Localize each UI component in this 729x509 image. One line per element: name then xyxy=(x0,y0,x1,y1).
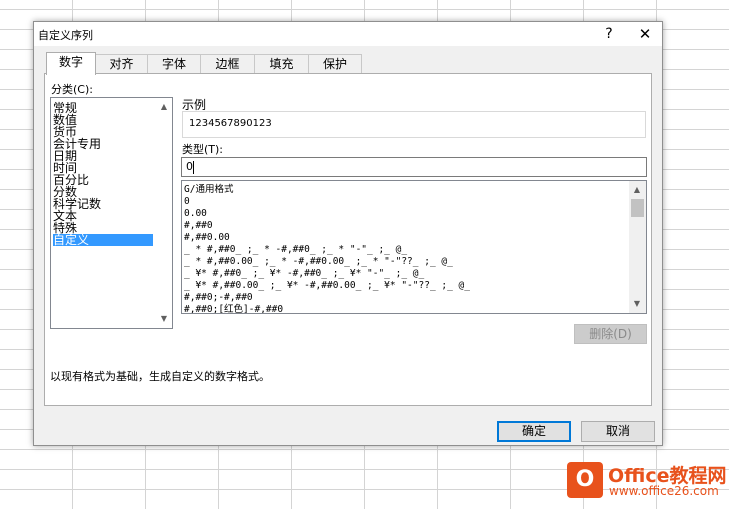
format-item[interactable]: 0.00 xyxy=(184,208,207,220)
tab-fill[interactable]: 填充 xyxy=(254,54,309,74)
format-item[interactable]: 0 xyxy=(184,196,190,208)
watermark-url: www.office26.com xyxy=(609,484,719,498)
format-item[interactable]: _ * #,##0_ ;_ * -#,##0_ ;_ * "-"_ ;_ @_ xyxy=(184,244,413,256)
tab-font[interactable]: 字体 xyxy=(147,54,201,74)
tab-alignment[interactable]: 对齐 xyxy=(95,54,148,74)
ok-button[interactable]: 确定 xyxy=(497,421,571,442)
dialog-title: 自定义序列 xyxy=(38,29,93,42)
text-caret xyxy=(193,161,194,174)
tab-number[interactable]: 数字 xyxy=(46,52,96,75)
category-label: 分类(C): xyxy=(51,83,93,96)
category-item-custom[interactable]: 自定义 xyxy=(53,234,153,246)
format-cells-dialog: 自定义序列 ? ✕ 数字 对齐 字体 边框 填充 保护 分类(C): 常规 数值… xyxy=(33,21,663,446)
format-code-list[interactable]: G/通用格式 0 0.00 #,##0 #,##0.00 _ * #,##0_ … xyxy=(181,180,647,314)
format-item[interactable]: _ ¥* #,##0.00_ ;_ ¥* -#,##0.00_ ;_ ¥* "-… xyxy=(184,280,476,292)
format-item[interactable]: #,##0;-#,##0 xyxy=(184,292,253,304)
sample-box: 1234567890123 xyxy=(182,111,646,138)
scroll-down-icon[interactable]: ▼ xyxy=(630,297,644,311)
type-label: 类型(T): xyxy=(182,143,224,156)
format-item[interactable]: #,##0 xyxy=(184,220,213,232)
type-input[interactable]: 0 xyxy=(181,157,647,177)
help-icon[interactable]: ? xyxy=(592,23,626,45)
description-text: 以现有格式为基础，生成自定义的数字格式。 xyxy=(50,370,270,383)
tab-protection[interactable]: 保护 xyxy=(308,54,362,74)
format-item[interactable]: G/通用格式 xyxy=(184,184,233,196)
scroll-up-icon[interactable]: ▲ xyxy=(630,183,644,197)
format-item[interactable]: _ * #,##0.00_ ;_ * -#,##0.00_ ;_ * "-"??… xyxy=(184,256,459,268)
type-input-value: 0 xyxy=(186,160,193,173)
format-item[interactable]: #,##0.00 xyxy=(184,232,230,244)
scroll-down-icon[interactable]: ▼ xyxy=(157,312,171,326)
sample-value: 1234567890123 xyxy=(189,118,272,129)
office-logo-icon: O xyxy=(567,462,603,498)
category-list[interactable]: 常规 数值 货币 会计专用 日期 时间 百分比 分数 科学记数 文本 特殊 自定… xyxy=(50,97,173,329)
tab-border[interactable]: 边框 xyxy=(200,54,255,74)
scrollbar-thumb[interactable] xyxy=(631,199,644,217)
title-bar: 自定义序列 ? ✕ xyxy=(34,22,662,46)
number-tab-panel: 分类(C): 常规 数值 货币 会计专用 日期 时间 百分比 分数 科学记数 文… xyxy=(44,73,652,406)
close-icon[interactable]: ✕ xyxy=(628,23,662,45)
cancel-button[interactable]: 取消 xyxy=(581,421,655,442)
format-list-scrollbar[interactable]: ▲ ▼ xyxy=(629,181,646,313)
delete-button[interactable]: 删除(D) xyxy=(574,324,647,344)
format-item[interactable]: _ ¥* #,##0_ ;_ ¥* -#,##0_ ;_ ¥* "-"_ ;_ … xyxy=(184,268,430,280)
watermark: O Office教程网 www.office26.com xyxy=(567,461,729,501)
format-item[interactable]: #,##0;[红色]-#,##0 xyxy=(184,304,283,313)
scroll-up-icon[interactable]: ▲ xyxy=(157,100,171,114)
